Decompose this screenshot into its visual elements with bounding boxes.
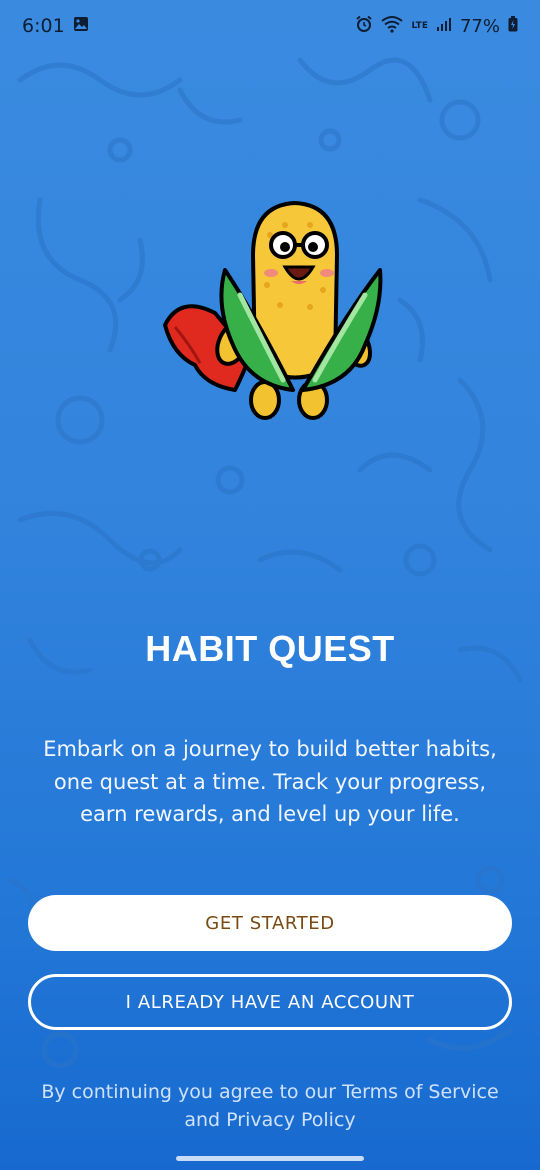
battery-percent: 77% bbox=[459, 15, 500, 37]
existing-account-button[interactable]: I ALREADY HAVE AN ACCOUNT bbox=[28, 974, 512, 1030]
legal-disclaimer[interactable]: By continuing you agree to our Terms of … bbox=[40, 1078, 500, 1134]
wifi-icon bbox=[381, 15, 404, 38]
gallery-icon bbox=[73, 16, 89, 37]
battery-icon bbox=[508, 15, 518, 37]
status-bar: 6:01 LTE 77% bbox=[0, 0, 540, 52]
alarm-icon bbox=[355, 15, 373, 38]
status-time: 6:01 bbox=[22, 15, 65, 37]
status-bar-left: 6:01 bbox=[22, 15, 89, 37]
lte-indicator: LTE bbox=[411, 21, 428, 31]
signal-icon bbox=[436, 16, 452, 37]
status-bar-right: LTE 77% bbox=[355, 15, 518, 38]
corn-hero-mascot bbox=[163, 200, 383, 420]
app-tagline: Embark on a journey to build better habi… bbox=[43, 737, 497, 826]
home-indicator[interactable] bbox=[176, 1156, 364, 1161]
app-title: HABIT QUEST bbox=[145, 628, 395, 669]
get-started-button[interactable]: GET STARTED bbox=[28, 895, 512, 951]
